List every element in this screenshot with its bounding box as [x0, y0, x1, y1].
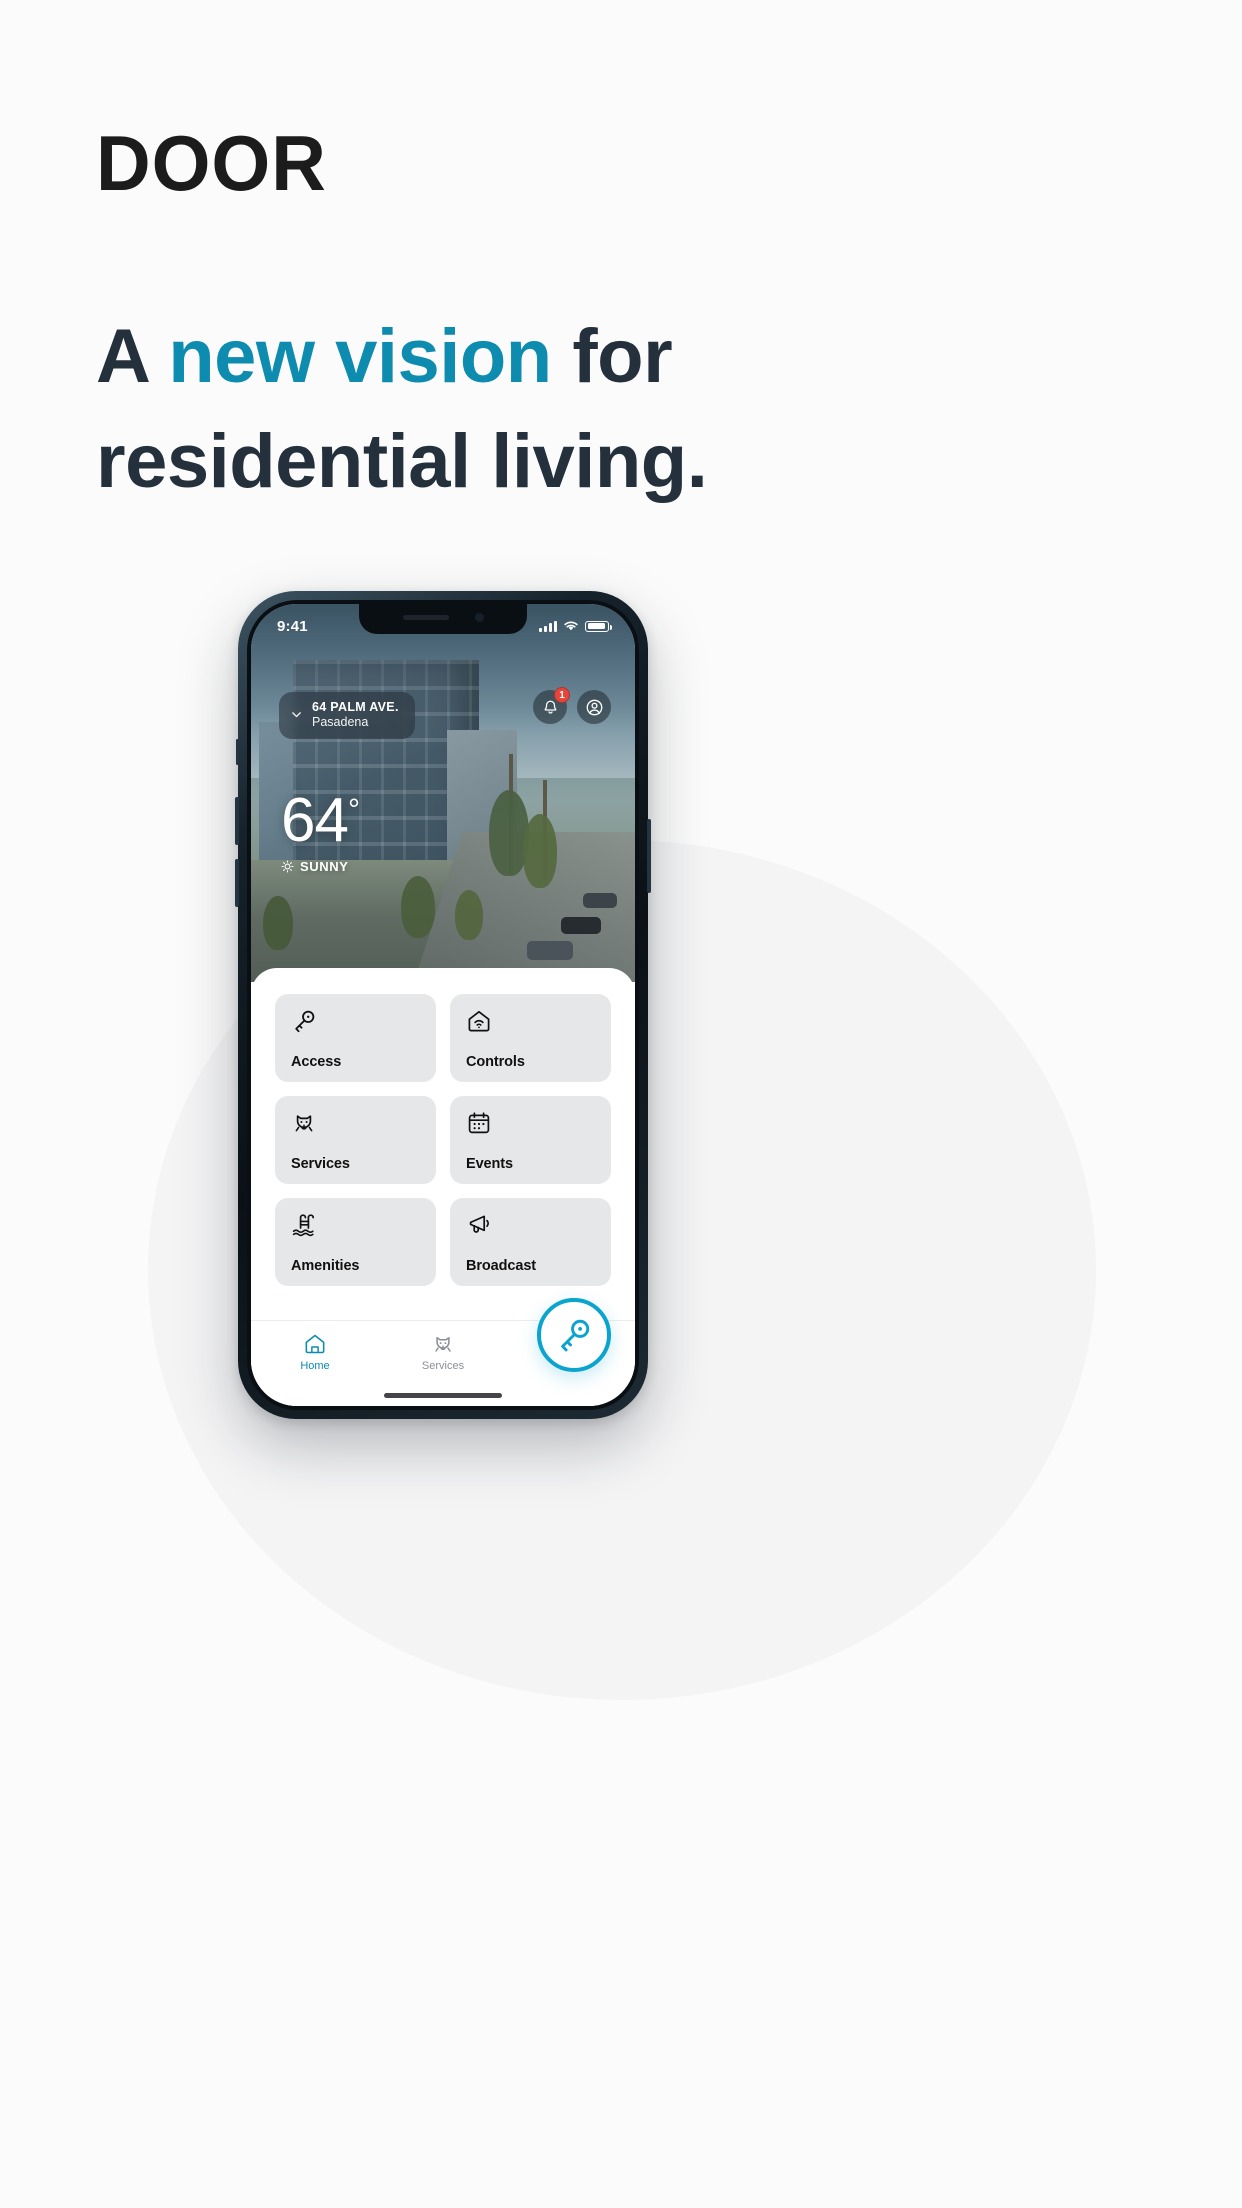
tile-label: Access	[291, 1054, 342, 1070]
calendar-icon	[466, 1110, 597, 1141]
notifications-button[interactable]: 1	[533, 687, 570, 724]
nav-item-services[interactable]: Services	[379, 1332, 507, 1372]
home-icon	[305, 1334, 325, 1354]
address-line-2: Pasadena	[312, 714, 369, 729]
phone-mute-switch	[236, 739, 239, 765]
key-icon	[291, 1008, 422, 1039]
tile-label: Services	[291, 1156, 350, 1172]
wifi-icon	[564, 621, 578, 631]
phone-volume-up-button	[235, 797, 239, 845]
sun-icon	[281, 860, 294, 873]
tile-services[interactable]: Services	[275, 1096, 436, 1184]
profile-button[interactable]	[577, 690, 611, 724]
feature-tile-grid: Access Controls Services Events Amenitie…	[275, 994, 611, 1286]
earpiece-speaker-icon	[402, 614, 449, 620]
headline-prefix: A	[96, 314, 169, 399]
notification-badge: 1	[554, 687, 570, 703]
quick-access-fab[interactable]	[537, 1298, 611, 1372]
megaphone-icon	[466, 1212, 597, 1243]
phone-notch	[359, 604, 527, 634]
tile-label: Events	[466, 1156, 513, 1172]
weather-widget: 64° SUNNY	[281, 786, 360, 874]
dog-icon	[291, 1110, 422, 1141]
header-actions: 1	[533, 687, 611, 724]
nav-label: Services	[421, 1360, 465, 1372]
tile-amenities[interactable]: Amenities	[275, 1198, 436, 1286]
front-camera-icon	[474, 612, 484, 622]
phone-screen: 9:41 64 PALM AVE. Pasadena 1 64° SUNNY A…	[251, 604, 635, 1406]
phone-mockup: 9:41 64 PALM AVE. Pasadena 1 64° SUNNY A…	[235, 591, 651, 1419]
home-indicator	[384, 1393, 502, 1398]
temperature-value: 64°	[281, 786, 360, 855]
tile-events[interactable]: Events	[450, 1096, 611, 1184]
address-text: 64 PALM AVE. Pasadena	[312, 700, 399, 730]
nav-label: Home	[300, 1360, 330, 1372]
tile-controls[interactable]: Controls	[450, 994, 611, 1082]
brand-wordmark: DOOR	[96, 119, 327, 207]
phone-inner-bezel: 9:41 64 PALM AVE. Pasadena 1 64° SUNNY A…	[247, 600, 639, 1410]
headline-line2: residential living.	[96, 418, 708, 504]
degree-symbol: °	[347, 793, 360, 827]
tile-broadcast[interactable]: Broadcast	[450, 1198, 611, 1286]
battery-icon	[585, 620, 612, 632]
weather-condition: SUNNY	[281, 859, 359, 874]
address-selector[interactable]: 64 PALM AVE. Pasadena	[279, 692, 415, 739]
weather-condition-label: SUNNY	[300, 858, 349, 874]
dog-icon	[435, 1336, 451, 1352]
status-time: 9:41	[277, 617, 308, 635]
key-icon	[561, 1319, 590, 1352]
user-circle-icon	[586, 699, 602, 715]
phone-power-button	[647, 819, 651, 893]
page-headline: A new vision for residential living.	[96, 305, 1156, 515]
nav-item-home[interactable]: Home	[251, 1332, 379, 1372]
chevron-down-icon	[292, 712, 301, 718]
tile-access[interactable]: Access	[275, 994, 436, 1082]
smart-home-icon	[466, 1008, 597, 1039]
headline-mid: for	[551, 314, 673, 399]
address-line-1: 64 PALM AVE.	[312, 700, 399, 714]
cellular-bars-icon	[539, 620, 557, 632]
pool-icon	[291, 1212, 422, 1243]
tile-label: Broadcast	[466, 1258, 537, 1274]
phone-volume-down-button	[235, 859, 239, 907]
tile-label: Amenities	[291, 1258, 360, 1274]
tile-label: Controls	[466, 1054, 525, 1070]
status-indicators	[539, 620, 612, 632]
headline-accent: new vision	[168, 314, 552, 399]
